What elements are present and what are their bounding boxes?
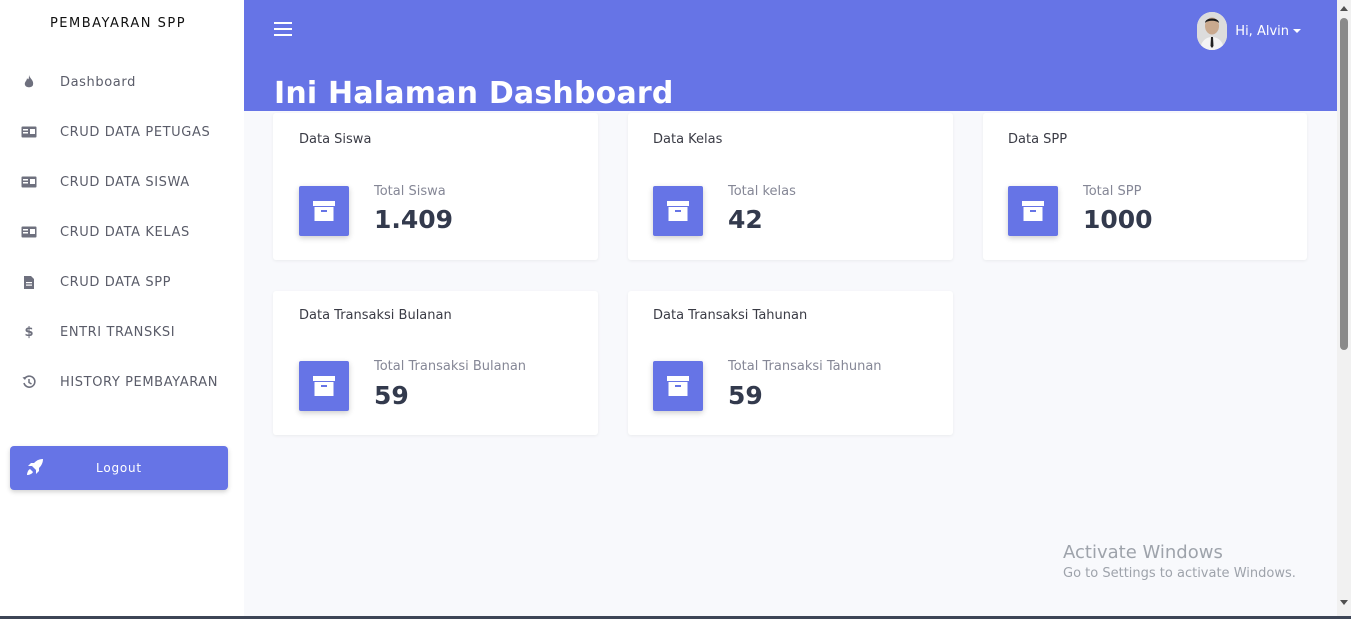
archive-icon bbox=[653, 186, 703, 236]
page-title: Ini Halaman Dashboard bbox=[274, 76, 674, 111]
id-card-icon bbox=[20, 223, 38, 241]
sidebar: PEMBAYARAN SPP Dashboard CRUD DATA PETUG… bbox=[0, 0, 244, 616]
file-icon bbox=[20, 273, 38, 291]
logout-button[interactable]: Logout bbox=[10, 446, 228, 490]
card-subtitle: Total Transaksi Bulanan bbox=[374, 359, 527, 374]
brand-title[interactable]: PEMBAYARAN SPP bbox=[0, 16, 236, 31]
sidebar-item-crud-siswa[interactable]: CRUD DATA SISWA bbox=[0, 162, 244, 202]
sidebar-item-crud-kelas[interactable]: CRUD DATA KELAS bbox=[0, 212, 244, 252]
card-title: Data Transaksi Bulanan bbox=[299, 308, 452, 323]
sidebar-item-label: Dashboard bbox=[60, 74, 136, 90]
sidebar-item-dashboard[interactable]: Dashboard bbox=[0, 62, 244, 102]
vertical-scrollbar[interactable] bbox=[1337, 0, 1351, 616]
sidebar-item-label: HISTORY PEMBAYARAN bbox=[60, 374, 219, 390]
card-value: 1000 bbox=[1083, 205, 1153, 234]
card-title: Data SPP bbox=[1008, 132, 1068, 147]
history-icon bbox=[20, 373, 38, 391]
chevron-down-icon bbox=[1293, 29, 1301, 33]
user-dropdown[interactable]: Hi, Alvin bbox=[1197, 12, 1301, 50]
fire-icon bbox=[20, 73, 38, 91]
card-subtitle: Total kelas bbox=[728, 184, 796, 199]
card-subtitle: Total SPP bbox=[1083, 184, 1142, 199]
sidebar-item-label: CRUD DATA SPP bbox=[60, 274, 172, 290]
watermark-title: Activate Windows bbox=[1063, 542, 1223, 563]
card-value: 59 bbox=[728, 381, 763, 410]
logout-label: Logout bbox=[96, 461, 142, 475]
archive-icon bbox=[299, 361, 349, 411]
id-card-icon bbox=[20, 173, 38, 191]
id-card-icon bbox=[20, 123, 38, 141]
card-value: 42 bbox=[728, 205, 763, 234]
archive-icon bbox=[653, 361, 703, 411]
card-title: Data Kelas bbox=[653, 132, 723, 147]
watermark-subtitle: Go to Settings to activate Windows. bbox=[1063, 566, 1296, 581]
topbar: Hi, Alvin Ini Halaman Dashboard bbox=[244, 0, 1337, 111]
card-data-siswa: Data Siswa Total Siswa 1.409 bbox=[273, 113, 598, 260]
menu-toggle-icon[interactable] bbox=[274, 22, 292, 40]
card-data-transaksi-bulanan: Data Transaksi Bulanan Total Transaksi B… bbox=[273, 291, 598, 435]
card-title: Data Transaksi Tahunan bbox=[653, 308, 808, 323]
card-subtitle: Total Siswa bbox=[374, 184, 446, 199]
sidebar-item-label: CRUD DATA KELAS bbox=[60, 224, 190, 240]
card-data-transaksi-tahunan: Data Transaksi Tahunan Total Transaksi T… bbox=[628, 291, 953, 435]
sidebar-item-crud-spp[interactable]: CRUD DATA SPP bbox=[0, 262, 244, 302]
card-value: 1.409 bbox=[374, 205, 454, 234]
sidebar-item-label: ENTRI TRANSKSI bbox=[60, 324, 176, 340]
scroll-thumb[interactable] bbox=[1340, 18, 1348, 350]
scroll-down-icon[interactable] bbox=[1340, 600, 1348, 605]
activate-windows-watermark: Activate Windows Go to Settings to activ… bbox=[1063, 542, 1296, 581]
card-title: Data Siswa bbox=[299, 132, 372, 147]
avatar bbox=[1197, 12, 1228, 50]
sidebar-item-label: CRUD DATA SISWA bbox=[60, 174, 190, 190]
card-data-kelas: Data Kelas Total kelas 42 bbox=[628, 113, 953, 260]
card-data-spp: Data SPP Total SPP 1000 bbox=[983, 113, 1307, 260]
dollar-icon: $ bbox=[24, 324, 34, 340]
sidebar-item-history[interactable]: HISTORY PEMBAYARAN bbox=[0, 362, 244, 402]
sidebar-item-label: CRUD DATA PETUGAS bbox=[60, 124, 211, 140]
sidebar-item-entri-transaksi[interactable]: $ ENTRI TRANSKSI bbox=[0, 312, 244, 352]
scroll-up-icon[interactable] bbox=[1340, 6, 1348, 11]
sidebar-item-crud-petugas[interactable]: CRUD DATA PETUGAS bbox=[0, 112, 244, 152]
archive-icon bbox=[299, 186, 349, 236]
card-subtitle: Total Transaksi Tahunan bbox=[728, 359, 882, 374]
card-value: 59 bbox=[374, 381, 409, 410]
user-greeting: Hi, Alvin bbox=[1235, 23, 1289, 39]
archive-icon bbox=[1008, 186, 1058, 236]
